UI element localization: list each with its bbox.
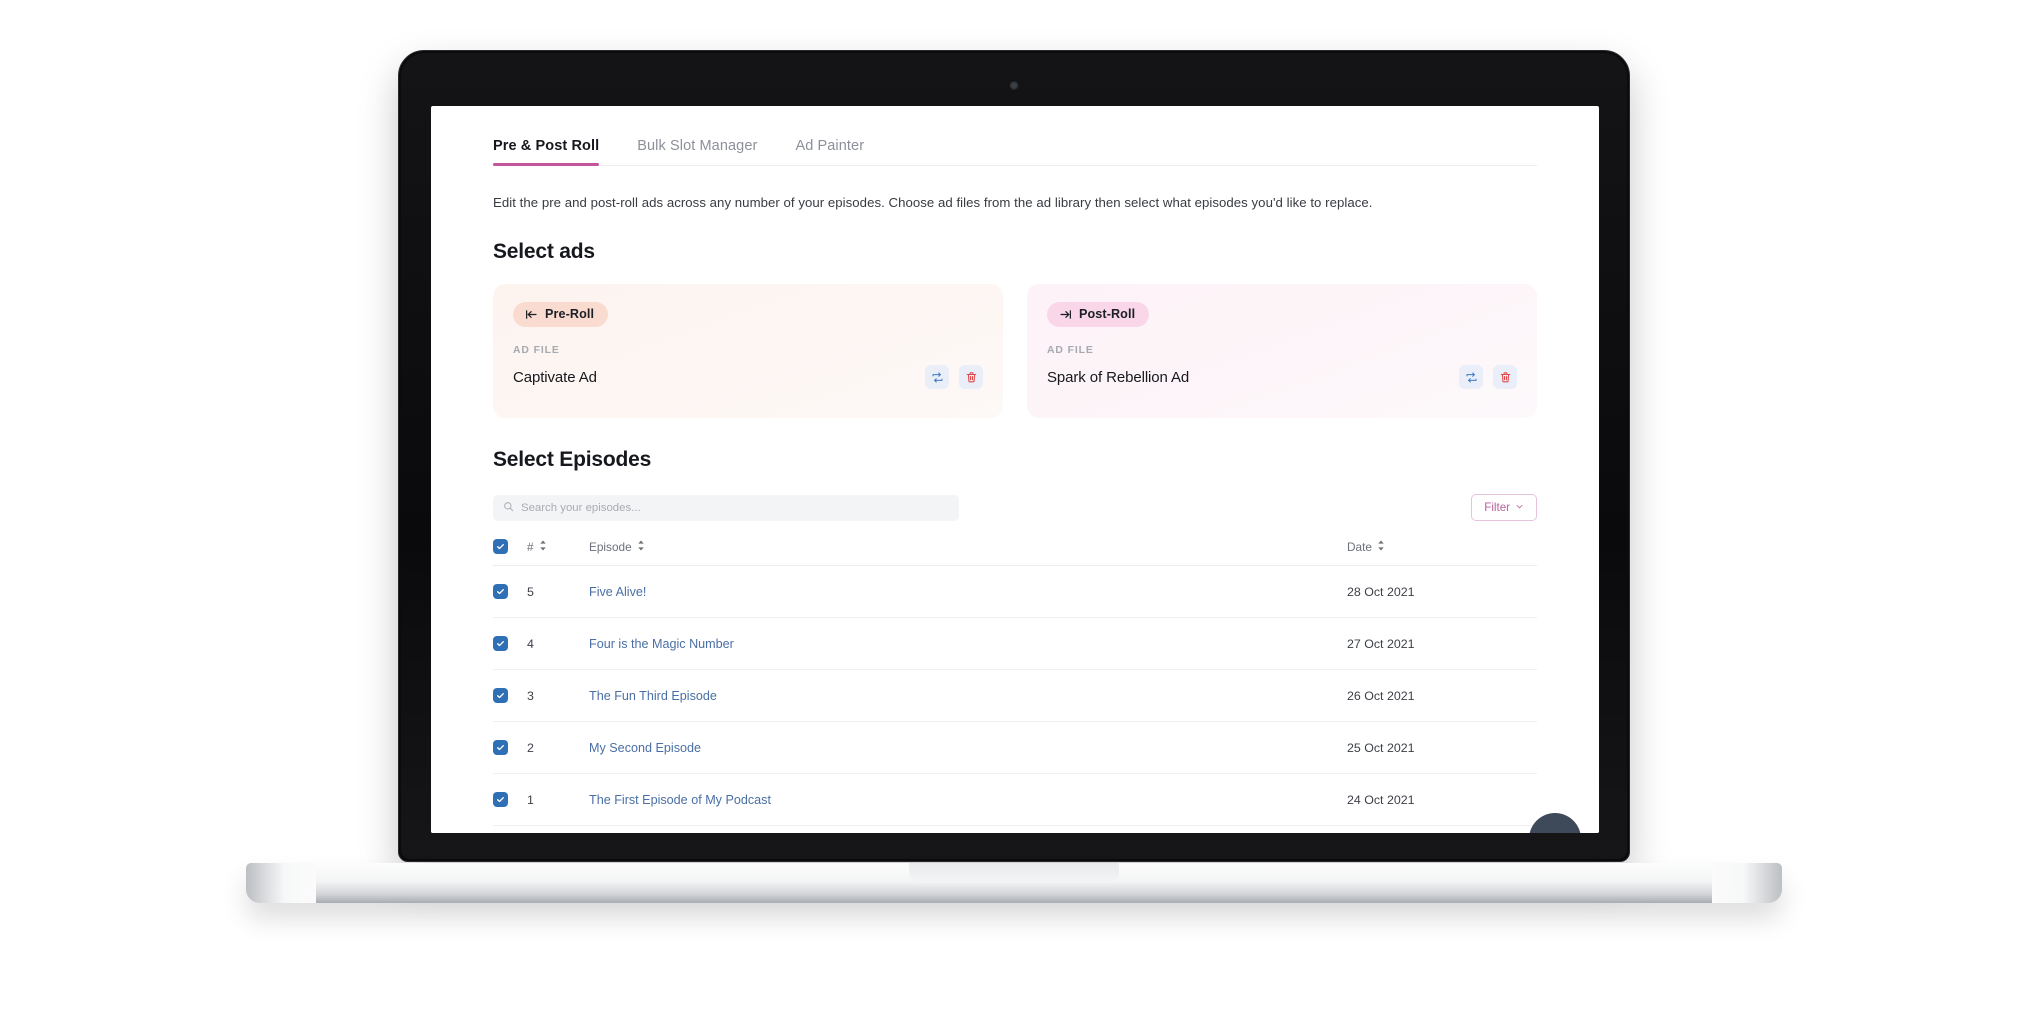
- trash-icon: [1499, 371, 1512, 384]
- ad-file-name-post: Spark of Rebellion Ad: [1047, 368, 1190, 386]
- row-number: 5: [527, 565, 589, 618]
- ad-actions-post: [1459, 365, 1517, 389]
- header-date-label: Date: [1347, 539, 1372, 554]
- row-checkbox[interactable]: [493, 636, 508, 651]
- row-episode-cell: Five Alive!: [589, 565, 1347, 618]
- laptop-lid: Pre & Post Roll Bulk Slot Manager Ad Pai…: [398, 50, 1630, 862]
- replace-ad-button-post[interactable]: [1459, 365, 1483, 389]
- row-episode-cell: My Second Episode: [589, 721, 1347, 774]
- header-episode[interactable]: Episode: [589, 539, 1347, 566]
- chevron-down-icon: [1515, 501, 1524, 514]
- row-number: 4: [527, 617, 589, 670]
- laptop-base-right-edge: [1712, 863, 1782, 903]
- episodes-table-head: # Episode Date: [493, 539, 1537, 566]
- ad-file-label-pre: AD FILE: [513, 345, 560, 356]
- row-date: 28 Oct 2021: [1347, 565, 1537, 618]
- search-input[interactable]: [521, 501, 949, 514]
- laptop-base-left-edge: [246, 863, 316, 903]
- app-page: Pre & Post Roll Bulk Slot Manager Ad Pai…: [431, 120, 1599, 833]
- laptop-base-notch: [909, 863, 1119, 882]
- table-row[interactable]: 1 The First Episode of My Podcast 24 Oct 2…: [493, 773, 1537, 826]
- row-select-cell: [493, 773, 527, 826]
- laptop-base: [246, 863, 1782, 903]
- header-episode-label: Episode: [589, 539, 632, 554]
- replace-icon: [931, 371, 944, 384]
- row-checkbox[interactable]: [493, 584, 508, 599]
- table-header-row: # Episode Date: [493, 539, 1537, 566]
- table-row[interactable]: 4 Four is the Magic Number 27 Oct 2021: [493, 617, 1537, 670]
- select-ads-heading: Select ads: [493, 240, 595, 263]
- ad-cards: Pre-Roll AD FILE Captivate Ad Post-Roll …: [493, 284, 1537, 418]
- episodes-toolbar: Filter: [493, 494, 1537, 521]
- row-episode-cell: The Fun Third Episode: [589, 669, 1347, 722]
- tab-ad-painter[interactable]: Ad Painter: [795, 138, 864, 165]
- episode-link[interactable]: The First Episode of My Podcast: [589, 793, 771, 807]
- sort-icon: [637, 539, 645, 554]
- row-select-cell: [493, 617, 527, 670]
- post-roll-badge-label: Post-Roll: [1079, 307, 1136, 321]
- table-row[interactable]: 3 The Fun Third Episode 26 Oct 2021: [493, 669, 1537, 722]
- tab-pre-post-roll[interactable]: Pre & Post Roll: [493, 138, 600, 166]
- arrow-left-to-line-icon: [525, 308, 538, 321]
- pre-roll-badge: Pre-Roll: [513, 302, 609, 327]
- episode-link[interactable]: Four is the Magic Number: [589, 637, 734, 651]
- replace-ad-button-pre[interactable]: [925, 365, 949, 389]
- delete-ad-button-pre[interactable]: [959, 365, 983, 389]
- select-all-checkbox[interactable]: [493, 539, 508, 554]
- row-checkbox[interactable]: [493, 688, 508, 703]
- filter-button[interactable]: Filter: [1471, 494, 1537, 521]
- ad-file-label-post: AD FILE: [1047, 345, 1094, 356]
- row-select-cell: [493, 565, 527, 618]
- row-number: 2: [527, 721, 589, 774]
- row-select-cell: [493, 721, 527, 774]
- episode-link[interactable]: The Fun Third Episode: [589, 689, 717, 703]
- sort-icon: [539, 539, 547, 554]
- row-date: 27 Oct 2021: [1347, 617, 1537, 670]
- filter-button-label: Filter: [1484, 501, 1510, 514]
- row-episode-cell: The First Episode of My Podcast: [589, 773, 1347, 826]
- delete-ad-button-post[interactable]: [1493, 365, 1517, 389]
- row-date: 26 Oct 2021: [1347, 669, 1537, 722]
- laptop-screen: Pre & Post Roll Bulk Slot Manager Ad Pai…: [431, 106, 1599, 833]
- header-date[interactable]: Date: [1347, 539, 1537, 566]
- row-checkbox[interactable]: [493, 740, 508, 755]
- arrow-right-from-line-icon: [1059, 308, 1072, 321]
- row-number: 1: [527, 773, 589, 826]
- tab-bulk-slot-manager[interactable]: Bulk Slot Manager: [637, 138, 757, 165]
- pre-roll-badge-label: Pre-Roll: [545, 307, 595, 321]
- laptop-mockup: Pre & Post Roll Bulk Slot Manager Ad Pai…: [0, 0, 2028, 1009]
- header-number-label: #: [527, 539, 534, 554]
- ad-card-pre-roll: Pre-Roll AD FILE Captivate Ad: [493, 284, 1003, 418]
- post-roll-badge: Post-Roll: [1047, 302, 1150, 327]
- ad-file-name-pre: Captivate Ad: [513, 368, 597, 386]
- header-select-all: [493, 539, 527, 566]
- row-date: 25 Oct 2021: [1347, 721, 1537, 774]
- tab-bar: Pre & Post Roll Bulk Slot Manager Ad Pai…: [493, 120, 1537, 166]
- episode-link[interactable]: Five Alive!: [589, 585, 646, 599]
- ad-file-row-post: Spark of Rebellion Ad: [1047, 365, 1517, 389]
- row-checkbox[interactable]: [493, 792, 508, 807]
- trash-icon: [965, 371, 978, 384]
- search-box[interactable]: [493, 494, 959, 521]
- search-icon: [503, 499, 514, 517]
- webcam-icon: [1009, 81, 1019, 90]
- row-select-cell: [493, 669, 527, 722]
- ad-card-post-roll: Post-Roll AD FILE Spark of Rebellion Ad: [1027, 284, 1537, 418]
- table-row[interactable]: 5 Five Alive! 28 Oct 2021: [493, 565, 1537, 618]
- ad-file-row-pre: Captivate Ad: [513, 365, 983, 389]
- episodes-table: # Episode Date 5 Five Alive! 28 Oct 2021…: [493, 539, 1537, 826]
- page-description: Edit the pre and post-roll ads across an…: [493, 195, 1373, 210]
- select-episodes-heading: Select Episodes: [493, 448, 652, 471]
- episodes-table-body: 5 Five Alive! 28 Oct 2021 4 Four is the Magi…: [493, 565, 1537, 826]
- ad-actions-pre: [925, 365, 983, 389]
- replace-icon: [1465, 371, 1478, 384]
- header-number[interactable]: #: [527, 539, 589, 566]
- sort-icon: [1377, 539, 1385, 554]
- table-row[interactable]: 2 My Second Episode 25 Oct 2021: [493, 721, 1537, 774]
- episode-link[interactable]: My Second Episode: [589, 741, 701, 755]
- row-number: 3: [527, 669, 589, 722]
- row-episode-cell: Four is the Magic Number: [589, 617, 1347, 670]
- row-date: 24 Oct 2021: [1347, 773, 1537, 826]
